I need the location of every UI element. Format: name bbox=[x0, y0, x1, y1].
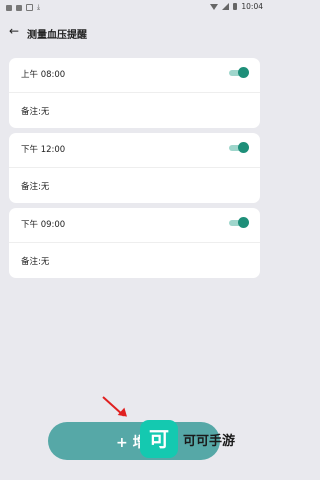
wifi-icon bbox=[210, 3, 219, 10]
notification-icon bbox=[6, 4, 12, 11]
page-title: 测量血压提醒 bbox=[27, 30, 87, 41]
toggle-thumb bbox=[238, 142, 249, 153]
reminder-card[interactable]: 下午 09:00 备注:无 bbox=[9, 208, 260, 278]
download-icon: ⤓ bbox=[37, 3, 41, 11]
watermark-logo: 可 bbox=[140, 420, 178, 458]
header: ← 测量血压提醒 bbox=[0, 20, 269, 46]
divider bbox=[9, 167, 260, 168]
reminder-note: 备注:无 bbox=[21, 107, 50, 117]
toggle-thumb bbox=[238, 67, 249, 78]
signal-icon bbox=[222, 3, 230, 10]
divider bbox=[9, 242, 260, 243]
reminder-toggle[interactable] bbox=[229, 67, 249, 78]
reminder-toggle[interactable] bbox=[229, 142, 249, 153]
divider bbox=[9, 92, 260, 93]
notification-icon bbox=[16, 4, 22, 11]
reminder-card[interactable]: 下午 12:00 备注:无 bbox=[9, 133, 260, 203]
battery-icon bbox=[233, 3, 238, 10]
status-bar: ⤓ 10:04 bbox=[0, 0, 269, 14]
reminder-note: 备注:无 bbox=[21, 257, 50, 267]
reminder-note: 备注:无 bbox=[21, 182, 50, 192]
reminder-time: 下午 09:00 bbox=[21, 220, 66, 230]
reminder-card[interactable]: 上午 08:00 备注:无 bbox=[9, 58, 260, 128]
back-arrow-icon[interactable]: ← bbox=[9, 24, 19, 38]
watermark-text: 可可手游 bbox=[183, 434, 236, 449]
reminder-toggle[interactable] bbox=[229, 217, 249, 228]
status-icons-right: 10:04 bbox=[210, 2, 263, 11]
notification-icon bbox=[26, 4, 33, 11]
reminder-time: 上午 08:00 bbox=[21, 70, 66, 80]
toggle-thumb bbox=[238, 217, 249, 228]
reminder-time: 下午 12:00 bbox=[21, 145, 66, 155]
status-time: 10:04 bbox=[241, 2, 263, 11]
annotation-arrowhead-icon bbox=[117, 407, 131, 421]
status-icons-left: ⤓ bbox=[6, 3, 40, 12]
